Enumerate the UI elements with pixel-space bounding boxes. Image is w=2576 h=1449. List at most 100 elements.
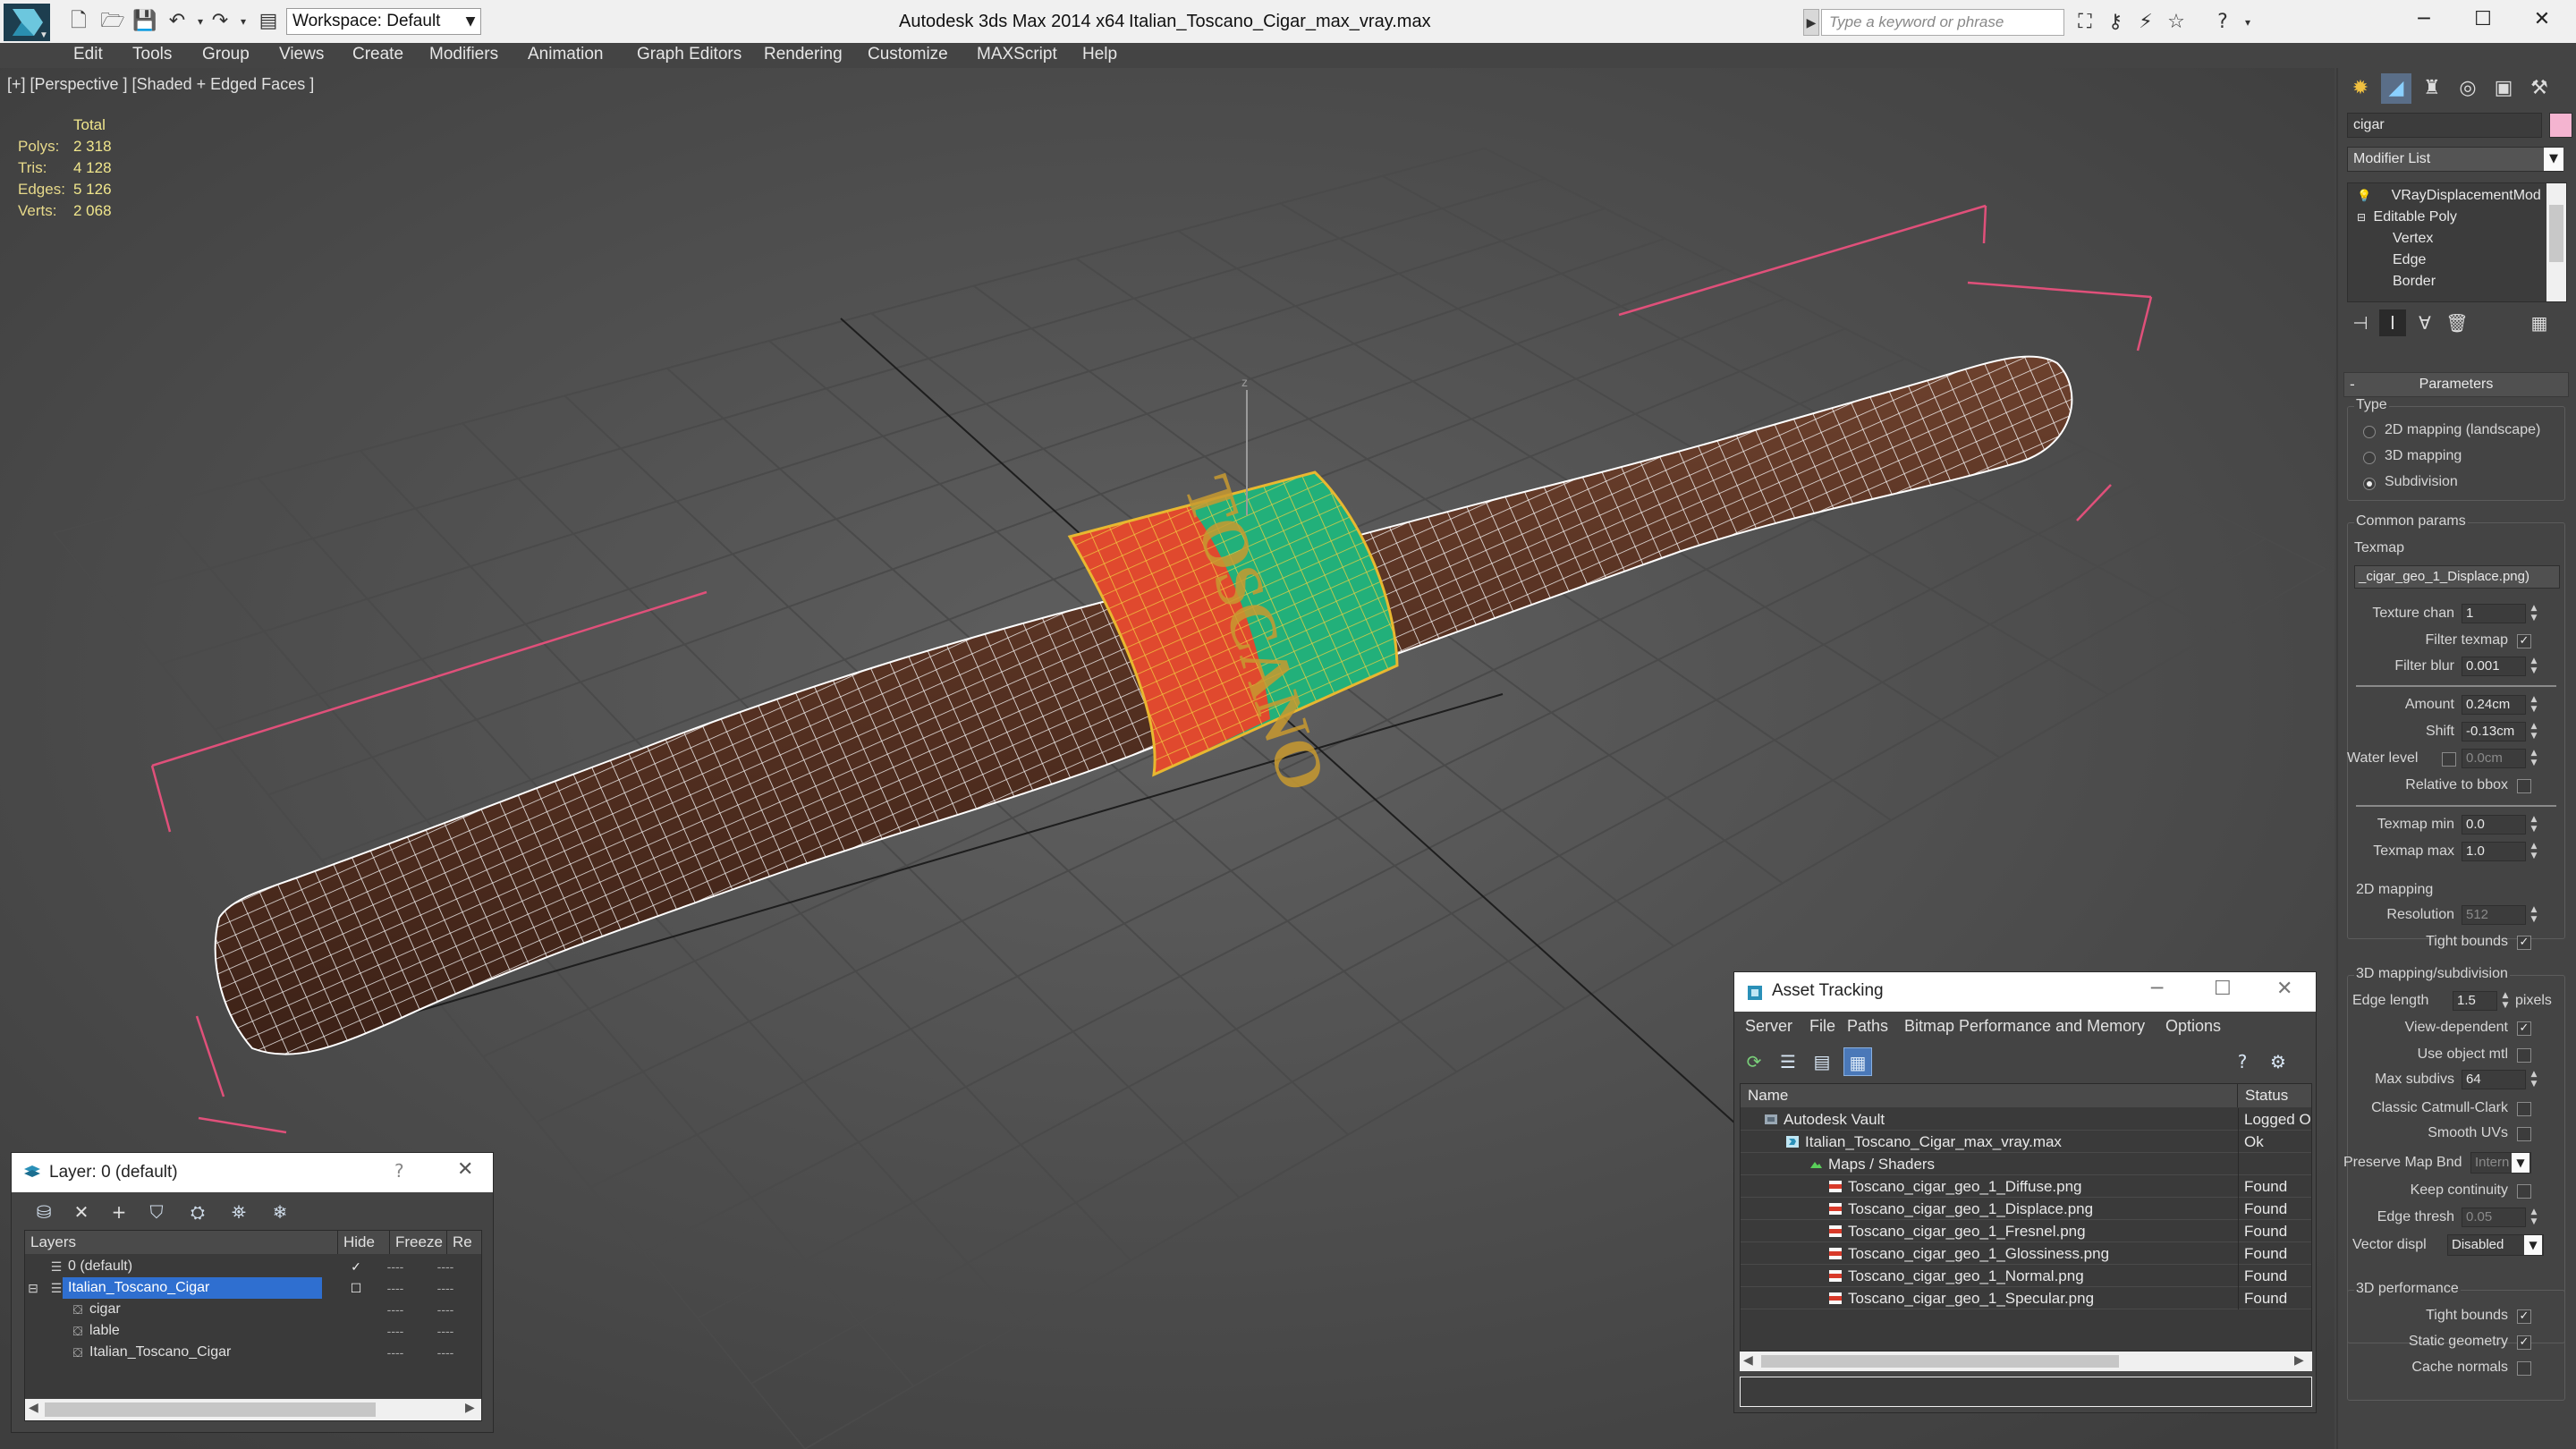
layer-row[interactable]: ⊟ ☰ Italian_Toscano_Cigar ☐ ---- ----: [25, 1277, 481, 1299]
display-tab-icon[interactable]: ▣: [2488, 73, 2519, 104]
scroll-right-icon[interactable]: ▶: [2294, 1353, 2304, 1368]
static-geometry-checkbox[interactable]: ✓: [2517, 1335, 2531, 1350]
show-end-result-icon[interactable]: Ⅰ: [2379, 309, 2406, 336]
close-button[interactable]: ✕: [2515, 4, 2569, 36]
minimize-button[interactable]: ─: [2397, 4, 2451, 36]
list-view-icon[interactable]: ☰: [1774, 1047, 1802, 1076]
make-unique-icon[interactable]: ∀: [2411, 309, 2438, 336]
help-icon[interactable]: ?: [394, 1160, 404, 1182]
refresh-icon[interactable]: ⟳: [1740, 1047, 1768, 1076]
texmap-max-spinner[interactable]: ▲ ▼: [2528, 842, 2540, 861]
menu-animation[interactable]: Animation: [528, 43, 604, 66]
asset-table[interactable]: Name Status Autodesk Vault Logged Out It…: [1740, 1083, 2312, 1352]
utilities-tab-icon[interactable]: ⚒: [2524, 73, 2555, 104]
motion-tab-icon[interactable]: ◎: [2453, 73, 2483, 104]
menu-create[interactable]: Create: [352, 43, 403, 66]
chevron-down-icon[interactable]: ▼: [462, 9, 479, 34]
column-hide[interactable]: Hide: [338, 1231, 390, 1254]
smooth-uvs-checkbox[interactable]: [2517, 1127, 2531, 1141]
edge-length-spinner[interactable]: ▲ ▼: [2499, 991, 2512, 1011]
lightbulb-icon[interactable]: 💡: [2357, 190, 2371, 203]
menu-file[interactable]: File: [1809, 1017, 1835, 1036]
remove-modifier-icon[interactable]: 🗑: [2444, 309, 2470, 336]
menu-help[interactable]: Help: [1082, 43, 1117, 66]
stack-item-editable-poly[interactable]: ⊟ Editable Poly: [2357, 207, 2457, 228]
layer-freeze-toggle[interactable]: ----: [428, 1320, 463, 1342]
project-folder-icon[interactable]: ▤: [256, 9, 281, 34]
asset-row[interactable]: Toscano_cigar_geo_1_Specular.png Found: [1741, 1287, 2311, 1309]
menu-edit[interactable]: Edit: [73, 43, 103, 66]
edge-length-input[interactable]: 1.5: [2453, 991, 2497, 1011]
column-status[interactable]: Status: [2238, 1084, 2311, 1107]
search-expand-icon[interactable]: ▶: [1803, 9, 1819, 36]
view-dependent-checkbox[interactable]: ✓: [2517, 1021, 2531, 1036]
settings-help-icon[interactable]: ⚙: [2264, 1047, 2292, 1076]
layer-freeze-toggle[interactable]: ----: [428, 1299, 463, 1320]
use-object-mtl-checkbox[interactable]: [2517, 1048, 2531, 1063]
parameters-rollout-header[interactable]: - Parameters: [2343, 372, 2569, 397]
menu-paths[interactable]: Paths: [1847, 1017, 1888, 1036]
water-level-spinner[interactable]: ▲ ▼: [2528, 749, 2540, 768]
hide-all-icon[interactable]: ⛯: [225, 1198, 253, 1226]
redo-dropdown-icon[interactable]: ▾: [231, 9, 256, 34]
app-logo-button[interactable]: ▼: [4, 4, 50, 41]
object-name-input[interactable]: cigar: [2347, 113, 2542, 138]
delete-layer-icon[interactable]: ✕: [67, 1198, 96, 1226]
add-to-layer-icon[interactable]: +: [105, 1198, 133, 1226]
tight-bounds-2d-checkbox[interactable]: ✓: [2517, 936, 2531, 950]
help-icon[interactable]: ?: [2209, 9, 2236, 36]
column-render[interactable]: Re: [447, 1231, 481, 1254]
relative-bbox-checkbox[interactable]: [2517, 779, 2531, 793]
layer-hscrollbar[interactable]: ◀ ▶: [25, 1399, 481, 1420]
help-dropdown-icon[interactable]: ▾: [2234, 9, 2261, 36]
menu-graph-editors[interactable]: Graph Editors: [637, 43, 741, 66]
menu-bitmap-performance[interactable]: Bitmap Performance and Memory: [1904, 1017, 2145, 1036]
set-active-icon[interactable]: ☐: [347, 1277, 365, 1299]
menu-tools[interactable]: Tools: [132, 43, 172, 66]
object-row[interactable]: ⛋ cigar ---- ----: [25, 1299, 481, 1320]
configure-sets-icon[interactable]: ▦: [2526, 309, 2553, 336]
connect-icon[interactable]: ⚡: [2132, 9, 2159, 36]
stack-item-vertex[interactable]: Vertex: [2393, 228, 2433, 250]
column-layers[interactable]: Layers: [25, 1231, 338, 1254]
create-layer-icon[interactable]: ⛁: [30, 1198, 58, 1226]
modifier-list-dropdown[interactable]: Modifier List: [2347, 147, 2563, 172]
chevron-down-icon[interactable]: ▼: [2544, 148, 2563, 171]
amount-input[interactable]: 0.24cm: [2462, 695, 2526, 715]
menu-group[interactable]: Group: [202, 43, 250, 66]
active-layer-check-icon[interactable]: ✓: [347, 1256, 365, 1277]
asset-path-field[interactable]: [1740, 1377, 2312, 1407]
save-file-icon[interactable]: 💾: [132, 9, 157, 34]
search-input[interactable]: Type a keyword or phrase: [1821, 9, 2064, 36]
filter-texmap-checkbox[interactable]: ✓: [2517, 634, 2531, 648]
texmap-max-input[interactable]: 1.0: [2462, 842, 2526, 861]
detail-view-icon[interactable]: ▤: [1808, 1047, 1836, 1076]
chevron-down-icon[interactable]: ▼: [2524, 1235, 2542, 1255]
redo-icon[interactable]: ↷: [208, 9, 233, 34]
layer-freeze-toggle[interactable]: ----: [428, 1256, 463, 1277]
menu-customize[interactable]: Customize: [868, 43, 948, 66]
column-freeze[interactable]: Freeze: [390, 1231, 447, 1254]
key-icon[interactable]: ⚷: [2102, 9, 2129, 36]
amount-spinner[interactable]: ▲ ▼: [2528, 695, 2540, 715]
undo-icon[interactable]: ↶: [165, 9, 190, 34]
menu-maxscript[interactable]: MAXScript: [977, 43, 1057, 66]
scroll-thumb[interactable]: [2549, 205, 2563, 262]
object-row[interactable]: ⛋ lable ---- ----: [25, 1320, 481, 1342]
freeze-all-icon[interactable]: ❄: [266, 1198, 294, 1226]
stack-item-border[interactable]: Border: [2393, 271, 2436, 292]
radio-subdivision[interactable]: [2363, 478, 2376, 490]
layer-hide-toggle[interactable]: ----: [377, 1256, 413, 1277]
binoculars-icon[interactable]: ⛶: [2072, 9, 2098, 36]
scroll-thumb[interactable]: [45, 1402, 376, 1417]
keep-continuity-checkbox[interactable]: [2517, 1184, 2531, 1199]
asset-row[interactable]: Toscano_cigar_geo_1_Normal.png Found: [1741, 1265, 2311, 1287]
asset-row[interactable]: Toscano_cigar_geo_1_Diffuse.png Found: [1741, 1175, 2311, 1198]
maximize-button[interactable]: ☐: [2456, 4, 2510, 36]
layer-hide-toggle[interactable]: ----: [377, 1342, 413, 1363]
classic-catmull-checkbox[interactable]: [2517, 1102, 2531, 1116]
scroll-left-icon[interactable]: ◀: [1743, 1353, 1753, 1368]
layer-hide-toggle[interactable]: ----: [377, 1320, 413, 1342]
menu-server[interactable]: Server: [1745, 1017, 1792, 1036]
object-row[interactable]: ⛋ Italian_Toscano_Cigar ---- ----: [25, 1342, 481, 1363]
